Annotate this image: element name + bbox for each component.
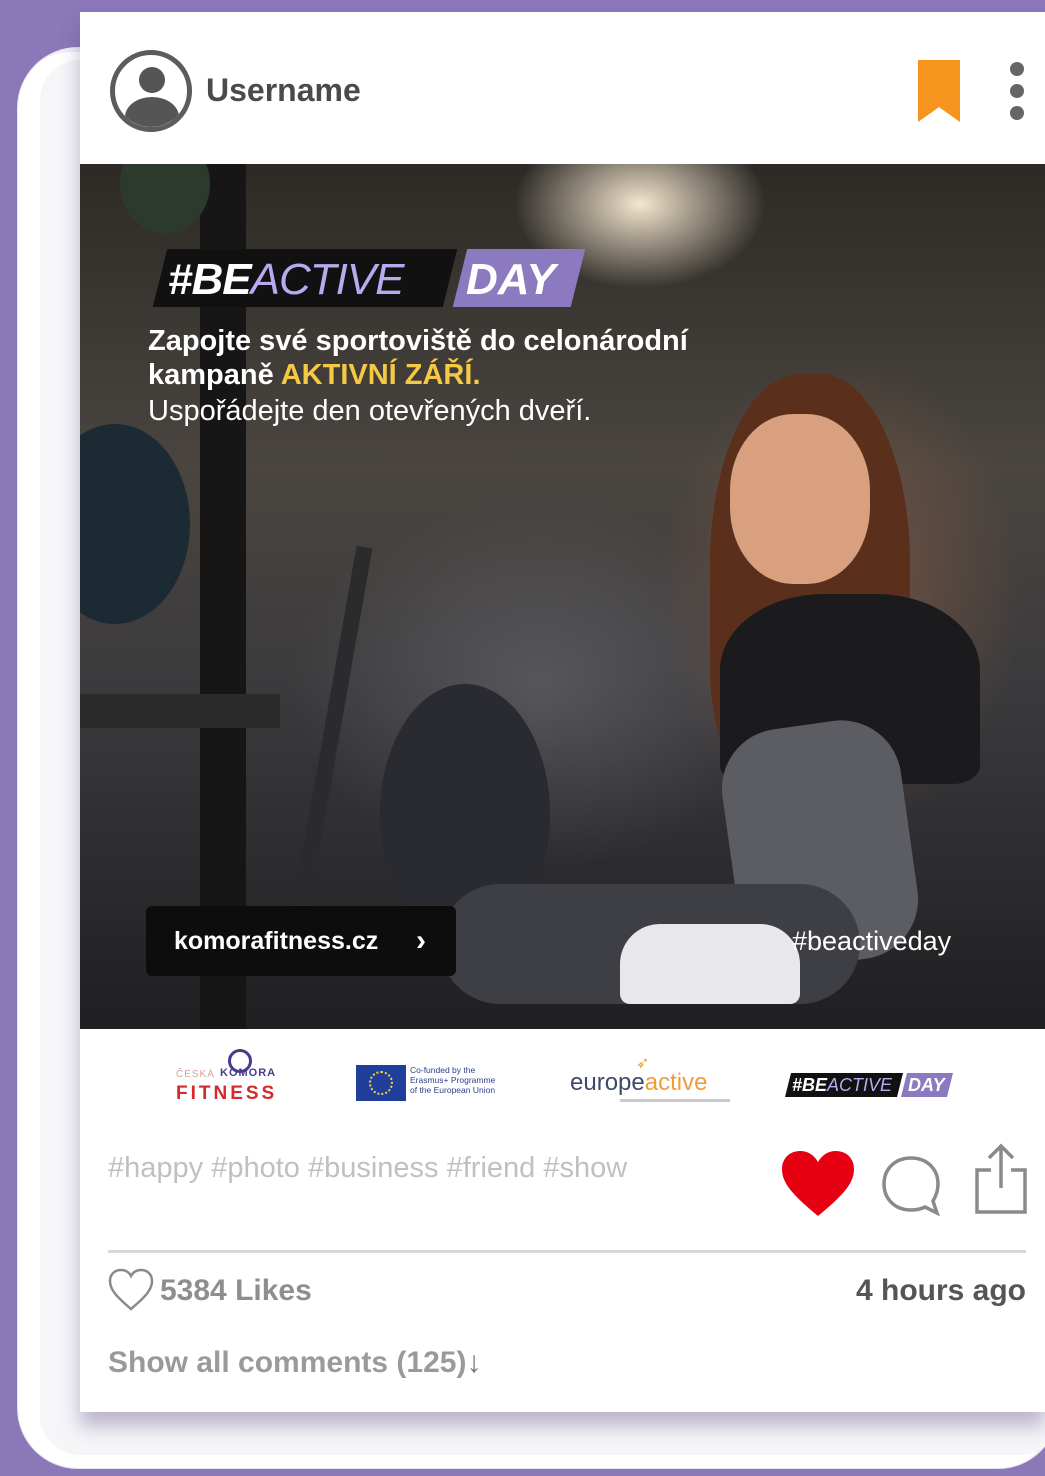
woman-face — [730, 414, 870, 584]
avatar-head — [139, 67, 165, 93]
banner-text-day: DAY — [466, 255, 556, 304]
post-card: Username #BEACTIVE DAY Zapojte své sport… — [80, 12, 1045, 1412]
post-image[interactable]: #BEACTIVE DAY Zapojte své sportoviště do… — [80, 164, 1045, 1029]
komora-fitness-logo: ČESKÁ KOMORA FITNESS — [176, 1049, 286, 1109]
europeactive-logo: ➶ europeactive — [570, 1055, 730, 1102]
website-link-button[interactable]: komorafitness.cz › — [146, 906, 456, 976]
dot — [1010, 84, 1024, 98]
more-vertical-icon[interactable] — [1010, 62, 1026, 124]
website-link-label: komorafitness.cz — [174, 927, 379, 955]
avatar-body — [125, 97, 179, 127]
image-subline: Uspořádejte den otevřených dveří. — [148, 395, 592, 427]
logo-text: #BEACTIVE — [792, 1075, 893, 1095]
heart-filled-icon[interactable] — [780, 1150, 856, 1218]
eu-erasmus-logo: Co-funded by the Erasmus+ Programme of t… — [356, 1065, 516, 1103]
europeactive-arrow-icon: ➶ — [636, 1055, 650, 1072]
logo-text: ČESKÁ — [176, 1069, 215, 1080]
post-caption-tags: #happy #photo #business #friend #show — [108, 1152, 628, 1184]
bookmark-icon[interactable] — [918, 60, 960, 122]
exercise-ball — [80, 424, 190, 624]
gym-bar — [80, 694, 280, 728]
dot — [1010, 106, 1024, 120]
likes-count: 5384 Likes — [160, 1274, 312, 1307]
arrow-down-icon: ↓ — [466, 1346, 482, 1379]
post-timestamp: 4 hours ago — [855, 1274, 1026, 1307]
username[interactable]: Username — [206, 72, 361, 109]
heart-outline-icon[interactable] — [108, 1268, 154, 1312]
share-icon[interactable] — [973, 1142, 1029, 1216]
eu-logo-text: Co-funded by the Erasmus+ Programme of t… — [410, 1065, 496, 1095]
avatar[interactable] — [110, 50, 192, 132]
divider — [108, 1250, 1026, 1253]
image-hashtag: #beactiveday — [792, 926, 952, 956]
show-comments-label: Show all comments (125) — [108, 1346, 467, 1379]
logo-text: KOMORA — [220, 1067, 277, 1079]
comment-bubble-icon[interactable] — [880, 1154, 942, 1216]
dot — [1010, 62, 1024, 76]
chevron-right-icon: › — [416, 924, 426, 957]
logo-text: FITNESS — [176, 1083, 278, 1104]
image-headline: Zapojte své sportoviště do celonárodní k… — [148, 325, 688, 391]
post-header: Username — [80, 12, 1045, 164]
logo-tagline-bar — [620, 1099, 730, 1102]
woman-shoe — [620, 924, 800, 1004]
bike-frame — [283, 545, 373, 963]
partner-logos: ČESKÁ KOMORA FITNESS Co-funded by the Er… — [80, 1029, 1045, 1144]
logo-text: DAY — [908, 1075, 945, 1095]
eu-flag-icon — [356, 1065, 406, 1101]
show-all-comments-link[interactable]: Show all comments (125)↓ — [108, 1346, 481, 1380]
exercise-ball — [120, 164, 210, 234]
banner-text-beactive: #BEACTIVE — [168, 255, 405, 304]
